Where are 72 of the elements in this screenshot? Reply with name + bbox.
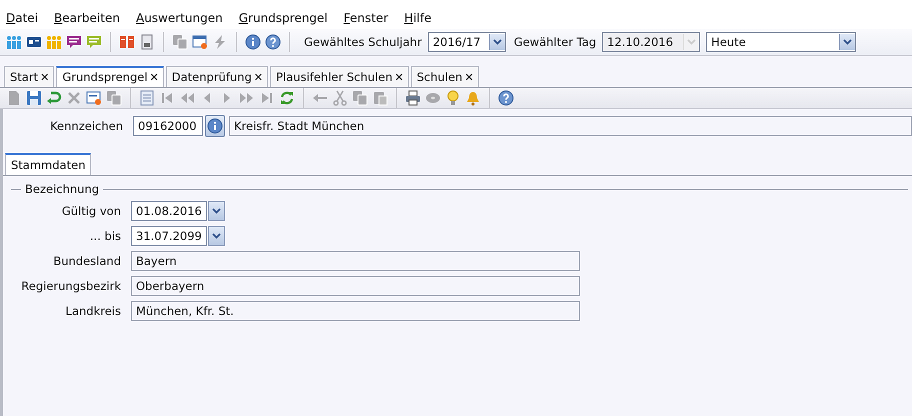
text-field[interactable]: Oberbayern bbox=[131, 276, 580, 296]
tab[interactable]: Stammdaten bbox=[5, 153, 92, 175]
fast-forward-icon[interactable] bbox=[239, 90, 255, 106]
caret-icon bbox=[492, 39, 502, 45]
close-icon[interactable]: ✕ bbox=[254, 70, 263, 84]
field-label: Kennzeichen bbox=[49, 119, 124, 133]
school-year-dropdown[interactable]: 2016/17 bbox=[428, 32, 506, 52]
day-label: Gewählter Tag bbox=[514, 35, 596, 49]
text-field[interactable]: München, Kfr. St. bbox=[131, 301, 580, 321]
delete-icon[interactable] bbox=[66, 90, 82, 106]
menu-item[interactable]: Hilfe bbox=[404, 11, 432, 25]
close-icon[interactable]: ✕ bbox=[40, 70, 50, 84]
field-label: Landkreis bbox=[64, 304, 122, 318]
caret-icon bbox=[843, 39, 852, 45]
close-icon[interactable]: ✕ bbox=[394, 70, 404, 84]
menu-item[interactable]: Grundsprengel bbox=[238, 11, 328, 25]
date-field[interactable]: 31.07.2099 bbox=[131, 226, 207, 246]
info-icon bbox=[207, 118, 223, 134]
menu-item[interactable]: Auswertungen bbox=[136, 11, 223, 25]
copy-icon[interactable] bbox=[352, 90, 368, 106]
copy-icon[interactable] bbox=[106, 90, 122, 106]
bell-icon[interactable] bbox=[465, 90, 481, 106]
report-icon[interactable] bbox=[139, 34, 155, 50]
book-icon[interactable] bbox=[119, 34, 135, 50]
caret-icon bbox=[687, 39, 696, 45]
tab[interactable]: Datenprüfung ✕ bbox=[166, 66, 268, 87]
form-icon[interactable] bbox=[86, 90, 102, 106]
paste-icon[interactable] bbox=[372, 90, 388, 106]
tab[interactable]: Plausifehler Schulen ✕ bbox=[270, 66, 409, 87]
document-icon[interactable] bbox=[6, 90, 22, 106]
window-icon[interactable] bbox=[192, 34, 208, 50]
table-icon[interactable] bbox=[139, 90, 155, 106]
lightning-icon[interactable] bbox=[212, 34, 228, 50]
close-icon[interactable]: ✕ bbox=[150, 70, 159, 84]
menu-item[interactable]: Datei bbox=[6, 11, 38, 25]
refresh-icon[interactable] bbox=[279, 90, 295, 106]
caret-icon bbox=[212, 208, 221, 214]
print-icon[interactable] bbox=[405, 90, 421, 106]
tab[interactable]: Start ✕ bbox=[4, 66, 54, 87]
close-icon[interactable]: ✕ bbox=[464, 70, 474, 84]
dropdown-button[interactable] bbox=[208, 201, 225, 221]
field-label: Gültig von bbox=[60, 204, 122, 218]
info-icon[interactable] bbox=[245, 34, 261, 50]
field-label: ... bis bbox=[88, 229, 122, 243]
tab[interactable]: Grundsprengel ✕ bbox=[56, 66, 164, 87]
school-year-label: Gewähltes Schuljahr bbox=[304, 35, 422, 49]
text-field[interactable]: Bayern bbox=[131, 251, 580, 271]
menu-item[interactable]: Fenster bbox=[344, 11, 388, 25]
copy-icon[interactable] bbox=[172, 34, 188, 50]
rewind-icon[interactable] bbox=[179, 90, 195, 106]
cut-icon[interactable] bbox=[332, 90, 348, 106]
field-label: Regierungsbezirk bbox=[20, 279, 122, 293]
caret-icon bbox=[212, 233, 221, 239]
name-field[interactable]: Kreisfr. Stadt München bbox=[229, 116, 912, 136]
help-icon[interactable] bbox=[265, 34, 281, 50]
info-button[interactable] bbox=[205, 115, 225, 137]
date-field[interactable]: 01.08.2016 bbox=[131, 201, 207, 221]
first-icon[interactable] bbox=[159, 90, 175, 106]
undo-icon[interactable] bbox=[46, 90, 62, 106]
help-icon[interactable] bbox=[498, 90, 514, 106]
group-title: Bezeichnung bbox=[25, 182, 100, 196]
dropdown-button[interactable] bbox=[208, 226, 225, 246]
tab[interactable]: Schulen ✕ bbox=[410, 66, 479, 87]
last-icon[interactable] bbox=[259, 90, 275, 106]
input-field[interactable]: 09162000 bbox=[133, 116, 203, 136]
bulb-icon[interactable] bbox=[445, 90, 461, 106]
menu-item[interactable]: Bearbeiten bbox=[54, 11, 120, 25]
chat-icon[interactable] bbox=[66, 34, 82, 50]
save-icon[interactable] bbox=[26, 90, 42, 106]
field-label: Bundesland bbox=[52, 254, 122, 268]
mode-dropdown[interactable]: Heute bbox=[706, 32, 856, 52]
id-card-icon[interactable] bbox=[26, 34, 42, 50]
